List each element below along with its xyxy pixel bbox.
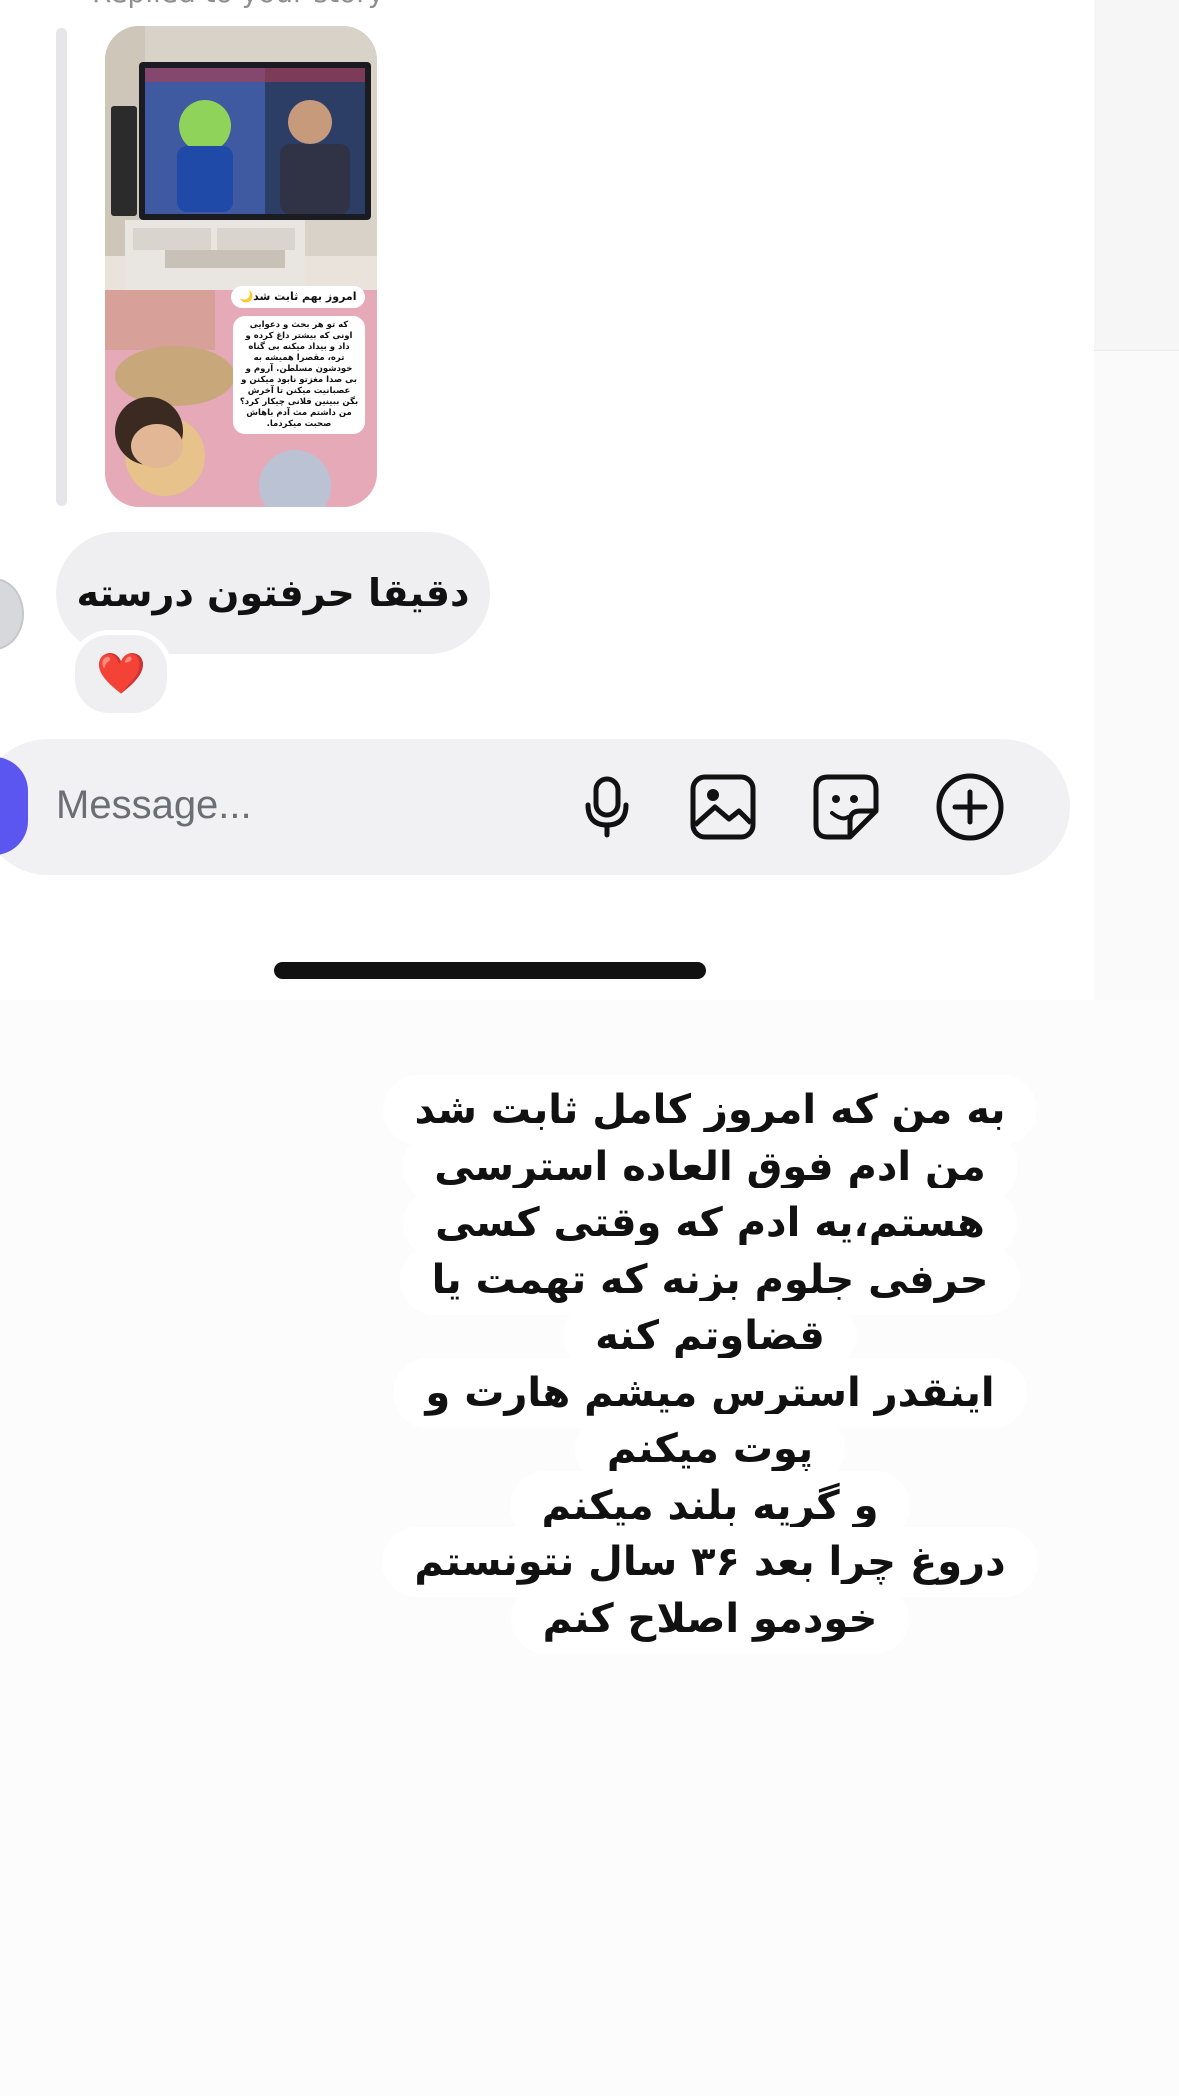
- story-body-text: که تو هر بحث و دعوایی اونی که بیشتر داغ …: [233, 316, 365, 434]
- chat-screenshot: Replied to your story: [0, 0, 1094, 1000]
- sticker-icon[interactable]: [811, 772, 881, 842]
- caption-line: هستم،یه ادم که وقتی کسی: [413, 1198, 1007, 1248]
- heart-icon: ❤️: [96, 651, 146, 697]
- story-thumbnail[interactable]: امروز بهم ثابت شد🌙 که تو هر بحث و دعوایی…: [105, 26, 377, 507]
- caption-line: اینقدر استرس میشم هارت و: [403, 1367, 1017, 1418]
- received-message-text: دقیقا حرفتون درسته: [76, 571, 470, 615]
- caption-line: من ادم فوق العاده استرسی: [412, 1141, 1008, 1192]
- story-title-sticker: امروز بهم ثابت شد🌙: [231, 286, 365, 308]
- reply-quote-bar: [56, 28, 67, 506]
- caption-line: قضاوتم کنه: [573, 1311, 847, 1361]
- sender-avatar[interactable]: [0, 578, 24, 650]
- caption-text: به من که امروز کامل ثابت شد من ادم فوق ا…: [330, 1082, 1090, 1647]
- caption-line: و گریه بلند میکنم: [519, 1480, 901, 1531]
- heart-reaction[interactable]: ❤️: [70, 630, 172, 718]
- caption-line: خودمو اصلاح کنم: [520, 1593, 900, 1644]
- replied-to-story-label: Replied to your story: [92, 0, 384, 9]
- caption-line: به من که امروز کامل ثابت شد: [392, 1085, 1028, 1135]
- caption-line: پوت میکنم: [584, 1424, 836, 1474]
- side-strip: [1094, 0, 1179, 1000]
- caption-line: حرفی جلوم بزنه که تهمت یا: [409, 1254, 1011, 1305]
- message-input[interactable]: [56, 770, 526, 840]
- caption-line: دروغ چرا بعد ۳۶ سال نتونستم: [392, 1537, 1028, 1587]
- microphone-icon[interactable]: [572, 772, 642, 842]
- home-indicator[interactable]: [274, 962, 706, 979]
- image-icon[interactable]: [688, 772, 758, 842]
- plus-circle-icon[interactable]: [935, 772, 1005, 842]
